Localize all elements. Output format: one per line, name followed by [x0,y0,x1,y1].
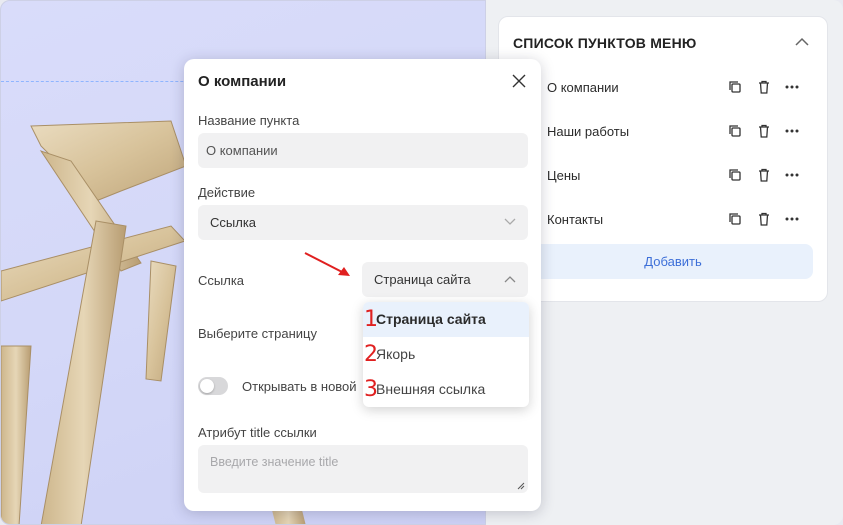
select-page-label: Выберите страницу [198,326,317,341]
action-select[interactable]: Ссылка [198,205,528,240]
annotation-arrow-icon [304,252,350,276]
menu-item[interactable]: Цены [547,161,817,191]
open-new-tab-toggle[interactable] [198,377,228,395]
menu-item-label: О компании [547,80,619,95]
trash-icon[interactable] [756,79,772,95]
option-label: Внешняя ссылка [376,381,486,397]
add-menu-item-button[interactable]: Добавить [533,244,813,279]
link-label: Ссылка [198,273,245,288]
more-icon[interactable] [784,211,800,227]
copy-icon[interactable] [727,79,743,95]
title-attr-placeholder: Введите значение title [210,455,339,469]
menu-item[interactable]: О компании [547,73,817,103]
close-icon[interactable] [511,73,527,89]
menu-item-label: Контакты [547,212,604,227]
trash-icon[interactable] [756,123,772,139]
option-label: Страница сайта [376,311,486,327]
trash-icon[interactable] [756,167,772,183]
menu-item-label: Цены [547,168,581,183]
link-type-dropdown: 1 Страница сайта 2 Якорь 3 Внешняя ссылк… [363,302,529,407]
dropdown-option-anchor[interactable]: 2 Якорь [363,337,529,372]
more-icon[interactable] [784,167,800,183]
menu-item[interactable]: Контакты [547,205,817,235]
more-icon[interactable] [784,123,800,139]
action-select-value: Ссылка [210,215,257,230]
menu-item-label: Наши работы [547,124,630,139]
menu-list-title: СПИСОК ПУНКТОВ МЕНЮ [513,35,697,51]
title-attr-label: Атрибут title ссылки [198,425,317,440]
copy-icon[interactable] [727,123,743,139]
resize-handle-icon[interactable] [517,482,525,490]
more-icon[interactable] [784,79,800,95]
dialog-title: О компании [198,73,287,90]
dropdown-option-external-link[interactable]: 3 Внешняя ссылка [363,372,529,407]
dropdown-option-site-page[interactable]: 1 Страница сайта [363,302,529,337]
option-label: Якорь [376,346,416,362]
link-type-value: Страница сайта [374,272,471,287]
link-type-select[interactable]: Страница сайта [362,262,528,297]
open-new-tab-label: Открывать в новой [242,379,357,394]
item-name-input[interactable]: О компании [198,133,528,168]
menu-items-panel: СПИСОК ПУНКТОВ МЕНЮ О компании Наши рабо… [498,16,828,302]
copy-icon[interactable] [727,211,743,227]
copy-icon[interactable] [727,167,743,183]
title-attr-textarea[interactable]: Введите значение title [198,445,528,493]
trash-icon[interactable] [756,211,772,227]
chevron-down-icon [504,218,516,225]
chevron-up-icon[interactable] [795,37,809,47]
menu-item-dialog: О компании Название пункта О компании Де… [184,59,541,511]
chevron-up-icon [504,276,516,283]
item-name-label: Название пункта [198,113,300,128]
menu-item[interactable]: Наши работы [547,117,817,147]
action-label: Действие [198,185,256,200]
